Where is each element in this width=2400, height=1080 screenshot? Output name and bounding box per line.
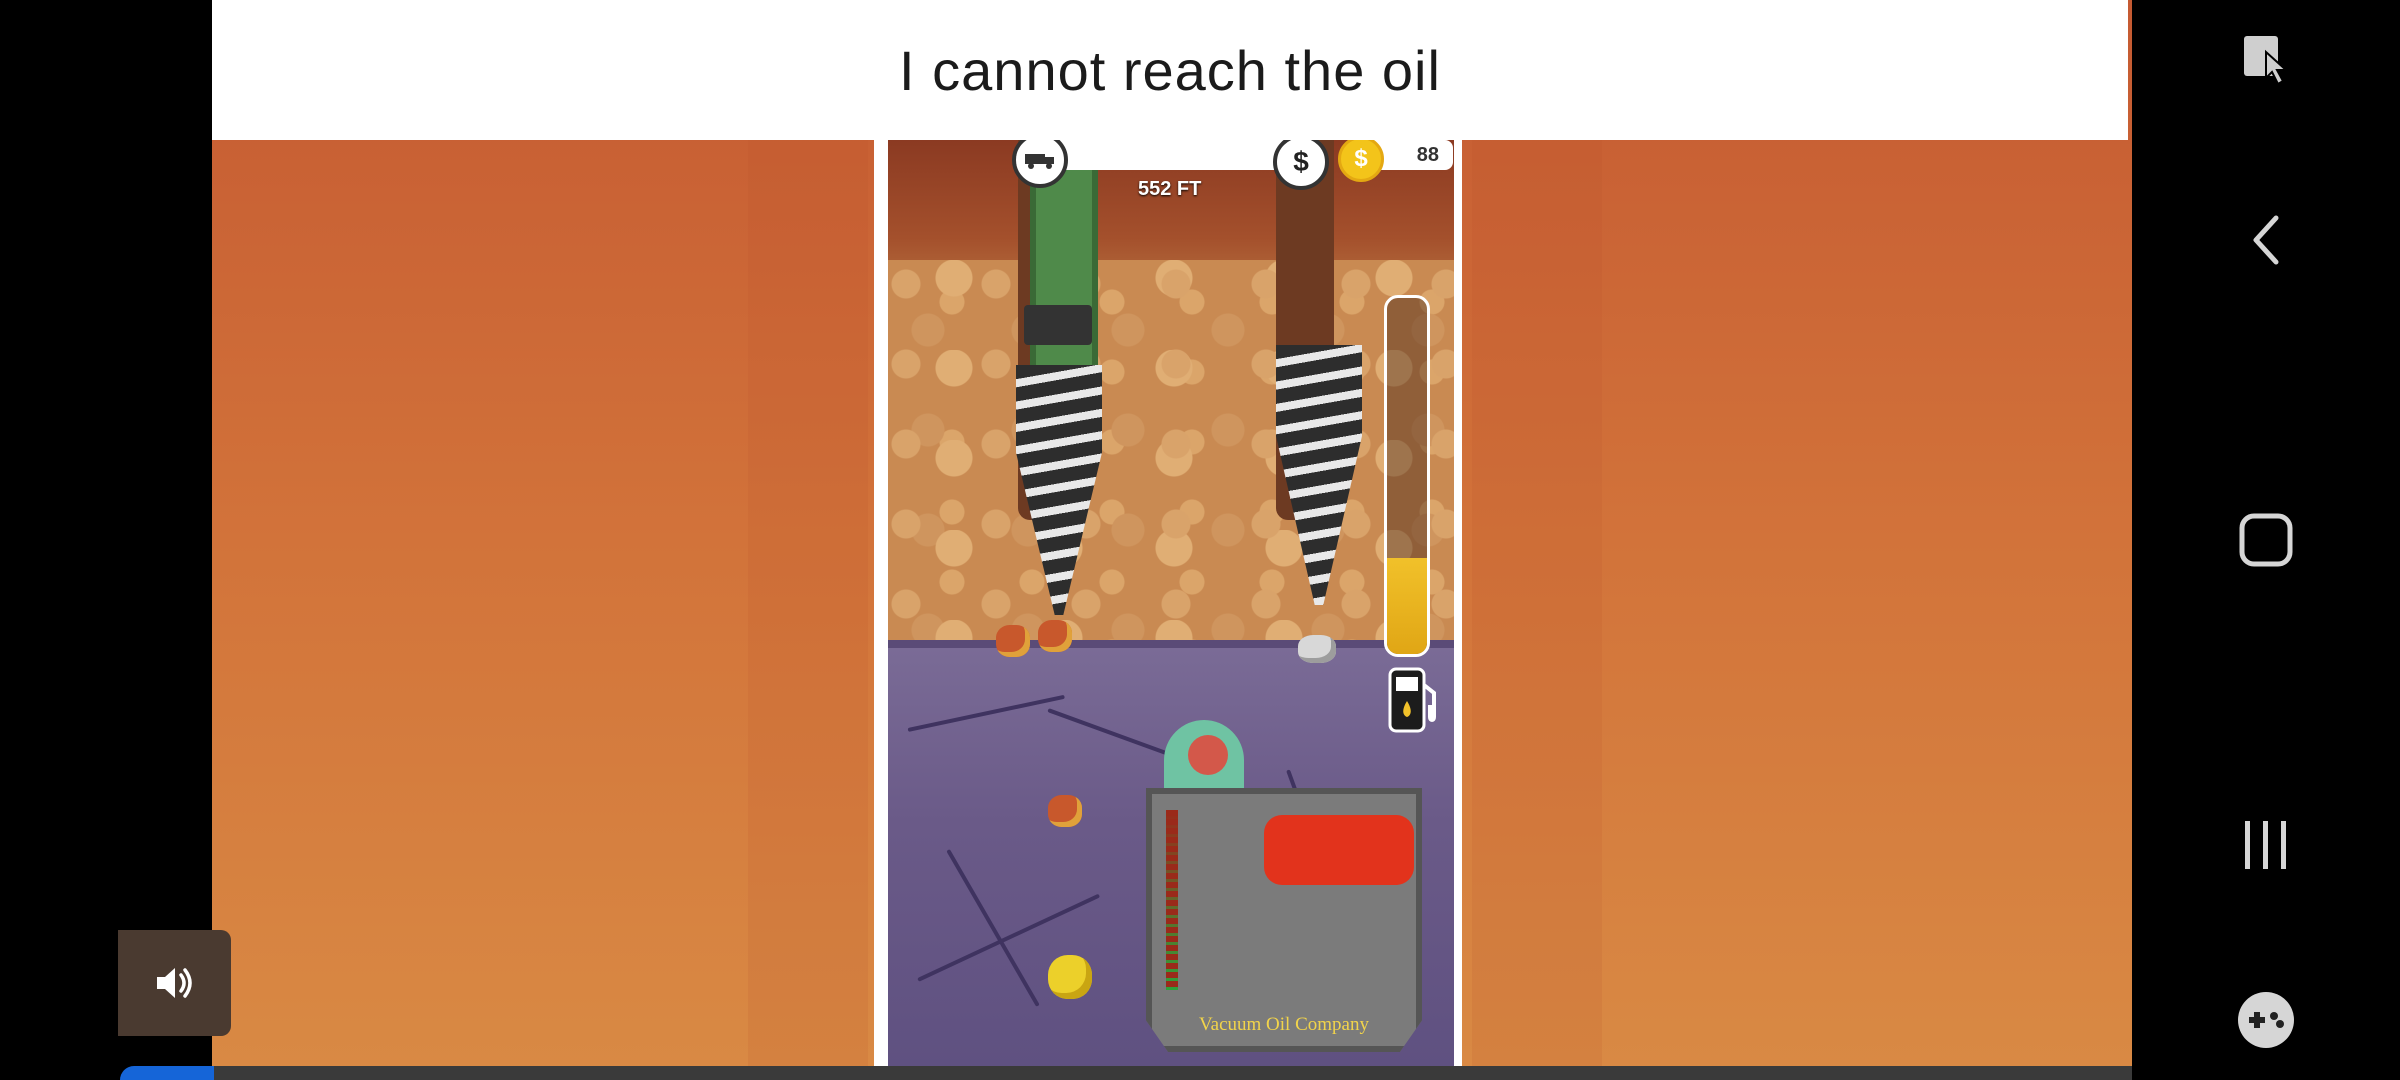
background-shade-right — [1472, 0, 1602, 1080]
money-symbol: $ — [1293, 146, 1309, 177]
stone — [1298, 635, 1336, 663]
coins-value: 88 — [1416, 143, 1439, 166]
system-nav-bar — [2132, 0, 2400, 1080]
rock-crack — [1047, 708, 1181, 760]
game-scene[interactable]: $ 88 $ 552 FT Vacuum Oil Company — [888, 140, 1454, 1080]
recents-icon — [2245, 821, 2286, 869]
caption-text: I cannot reach the oil — [899, 38, 1441, 102]
back-icon — [2253, 215, 2279, 265]
game-frame: $ 88 $ 552 FT Vacuum Oil Company — [874, 140, 1462, 1080]
pipe-clamp — [1024, 305, 1092, 345]
machine-knob-button[interactable] — [1188, 735, 1228, 775]
machine-red-tank — [1264, 815, 1414, 885]
recents-button[interactable] — [2132, 805, 2400, 885]
oil-gauge — [1384, 295, 1430, 657]
gold-nugget — [1048, 955, 1092, 999]
machine-label: Vacuum Oil Company — [1199, 1014, 1369, 1035]
back-button[interactable] — [2132, 200, 2400, 280]
screen-pin-button[interactable] — [2132, 20, 2400, 100]
video-scrub-bar[interactable] — [212, 1066, 2132, 1080]
depth-readout: 552 FT — [1138, 178, 1202, 200]
coin-symbol: $ — [1354, 145, 1368, 172]
ore-chunk — [1048, 795, 1082, 827]
machine-meter — [1166, 810, 1178, 990]
screen-pin-icon — [2244, 36, 2289, 86]
volume-button[interactable] — [118, 930, 231, 1036]
video-player[interactable]: I cannot reach the oil $ 88 $ 552 FT Vac… — [212, 0, 2132, 1080]
fuel-pump-icon — [1384, 665, 1444, 735]
home-button[interactable] — [2132, 500, 2400, 580]
caption-bar: I cannot reach the oil — [212, 0, 2128, 140]
game-tools-button[interactable] — [2132, 980, 2400, 1060]
rock-crack — [907, 694, 1065, 732]
ore-chunk — [996, 625, 1030, 657]
speaker-icon — [156, 968, 192, 998]
progress-accent — [120, 1066, 214, 1080]
game-tools-icon — [2238, 992, 2294, 1048]
ore-chunk — [1038, 620, 1072, 652]
home-icon — [2239, 513, 2293, 567]
background-shade-left — [748, 0, 868, 1080]
oil-gauge-fill — [1387, 557, 1427, 654]
